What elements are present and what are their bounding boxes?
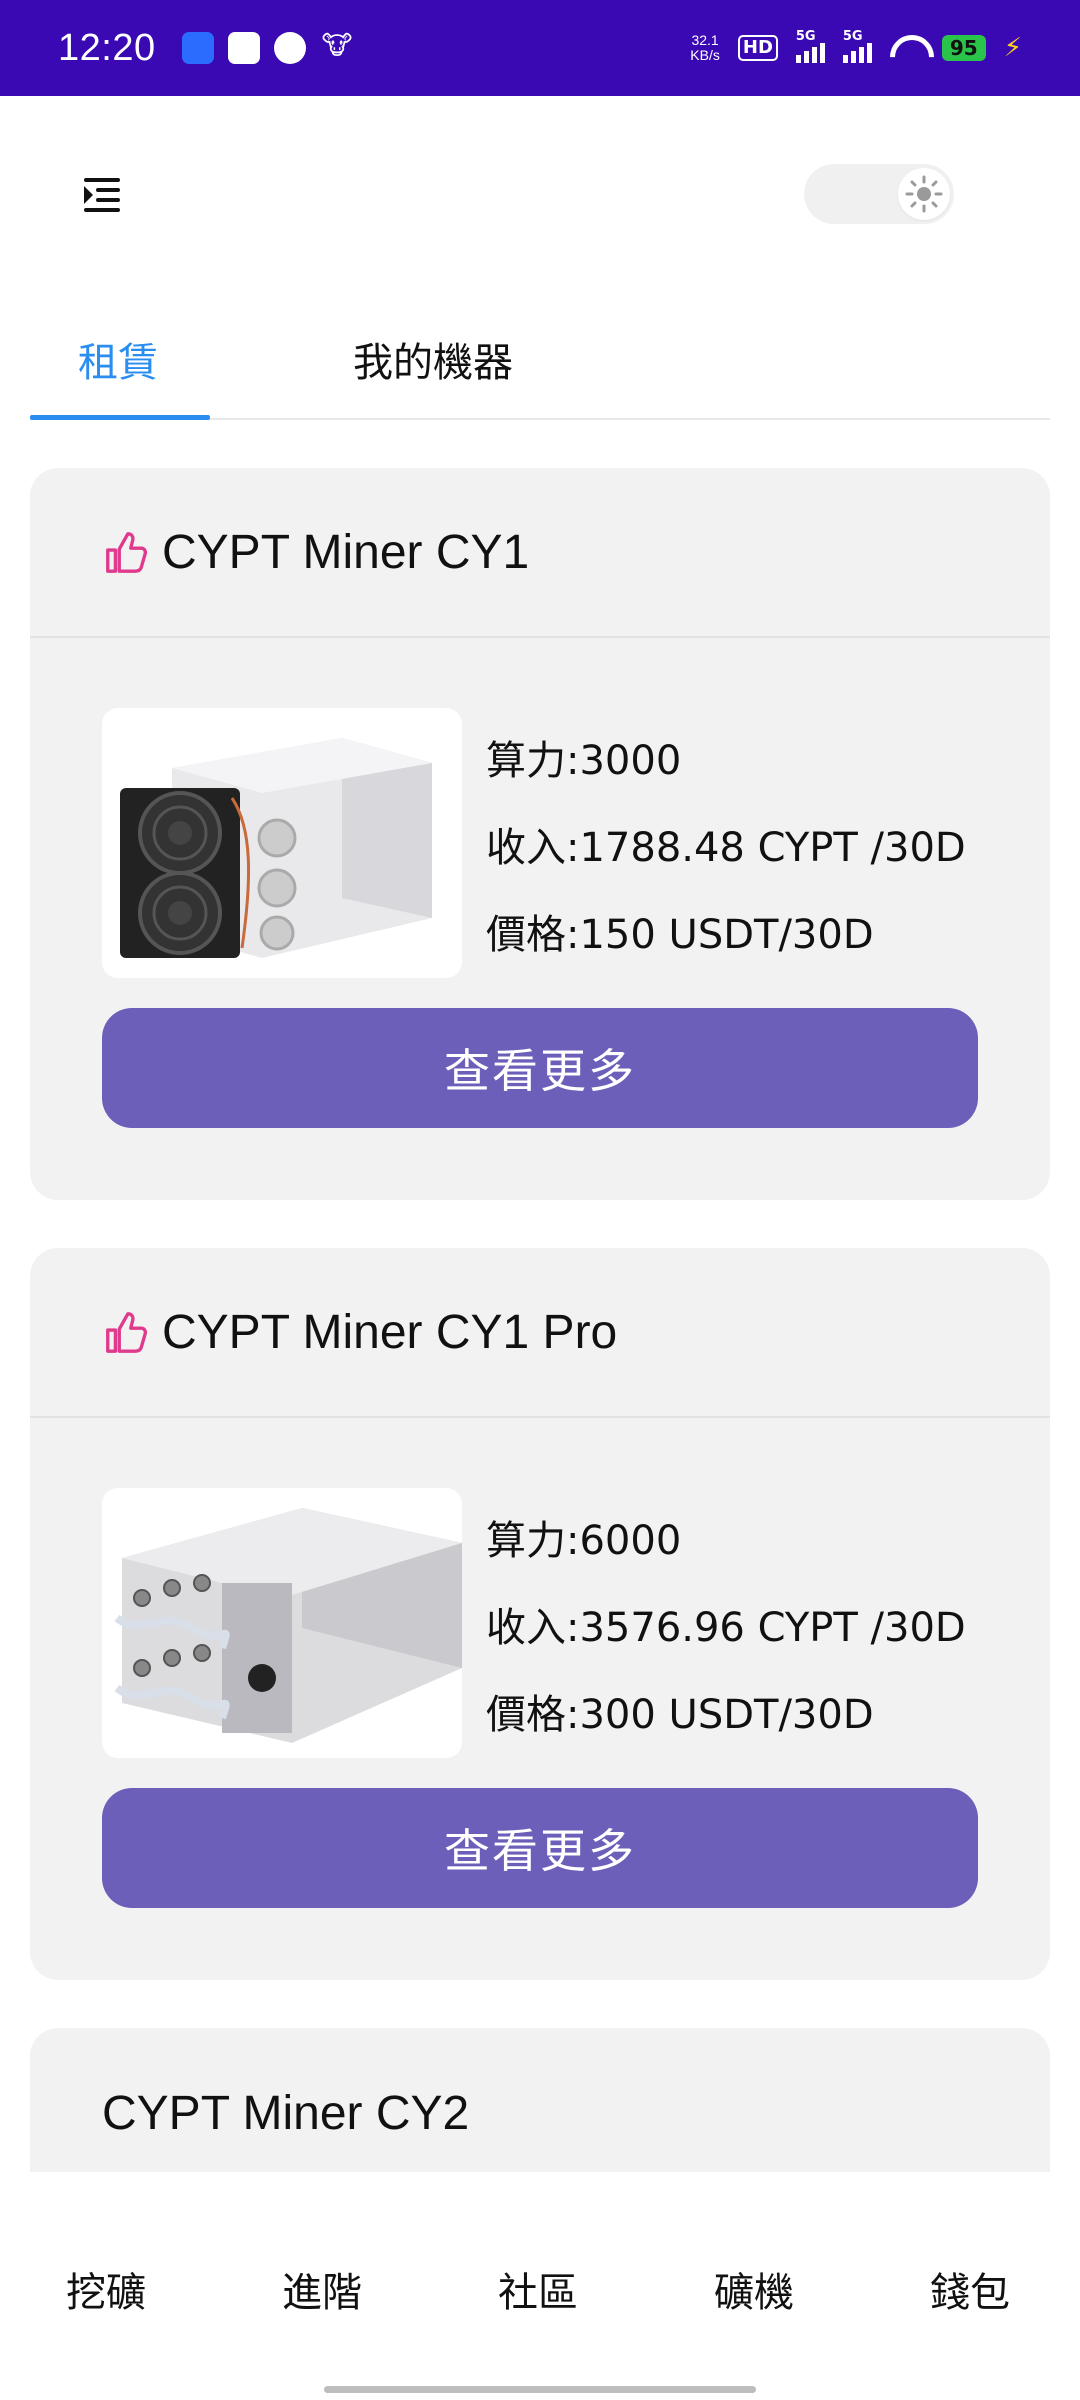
mail-icon <box>227 32 260 64</box>
battery-icon: 95 <box>941 35 986 61</box>
thumbs-up-icon <box>106 1312 148 1353</box>
nav-advanced[interactable]: 進階 <box>282 2260 362 2318</box>
card-title: CYPT Miner CY1 <box>162 525 530 579</box>
notification-icons <box>181 32 352 64</box>
tab-my-machines[interactable]: 我的機器 <box>353 330 513 388</box>
miner-image <box>102 1488 462 1758</box>
view-more-button[interactable]: 查看更多 <box>102 1788 978 1908</box>
price-text: 價格:300 USDT/30D <box>486 1692 874 1738</box>
net-speed-unit: KB/s <box>690 47 720 63</box>
nav-mining[interactable]: 挖礦 <box>66 2260 146 2318</box>
menu-indent-icon[interactable] <box>84 178 124 214</box>
check-icon <box>273 32 306 64</box>
cow-icon <box>320 32 352 64</box>
tab-bar: 租賃 我的機器 <box>30 310 1050 420</box>
hd-icon: HD <box>737 35 778 61</box>
nav-wallet[interactable]: 錢包 <box>930 2260 1010 2318</box>
hashrate-text: 算力:3000 <box>486 738 682 784</box>
app-icon <box>181 32 214 64</box>
home-indicator[interactable] <box>324 2386 756 2393</box>
system-icons: 32.1 KB/s HD 5G 5G 95 ⚡ <box>690 29 1022 63</box>
view-more-button[interactable]: 查看更多 <box>102 1008 978 1128</box>
hashrate-text: 算力:6000 <box>486 1518 682 1564</box>
card-header: CYPT Miner CY1 Pro <box>30 1248 1050 1418</box>
card-title: CYPT Miner CY1 Pro <box>162 1305 618 1359</box>
miner-image <box>102 708 462 978</box>
wifi-icon <box>890 35 924 61</box>
charging-icon: ⚡ <box>1003 33 1022 63</box>
sim2-label: 5G <box>842 29 863 44</box>
signal-icon-2: 5G <box>842 29 872 63</box>
status-bar: 12:20 32.1 KB/s HD 5G 5G 95 ⚡ <box>0 0 1080 96</box>
tab-rental[interactable]: 租賃 <box>78 330 158 388</box>
thumbs-up-icon <box>106 532 148 573</box>
signal-icon-1: 5G <box>795 29 825 63</box>
card-title: CYPT Miner CY2 <box>102 2086 470 2140</box>
price-text: 價格:150 USDT/30D <box>486 912 874 958</box>
tab-indicator <box>30 415 210 420</box>
nav-miners[interactable]: 礦機 <box>714 2260 794 2318</box>
net-speed: 32.1 KB/s <box>690 33 720 63</box>
miner-card: CYPT Miner CY1 算力:3000 收入:1788.48 CYPT /… <box>30 468 1050 1200</box>
miner-card: CYPT Miner CY1 Pro 算力:6000 收入:3576.96 CY… <box>30 1248 1050 1980</box>
nav-community[interactable]: 社區 <box>498 2260 578 2318</box>
net-speed-value: 32.1 <box>691 32 719 48</box>
income-text: 收入:3576.96 CYPT /30D <box>486 1605 966 1651</box>
sun-icon <box>898 168 950 220</box>
card-header: CYPT Miner CY1 <box>30 468 1050 638</box>
theme-toggle[interactable] <box>804 164 954 224</box>
card-body: 算力:6000 收入:3576.96 CYPT /30D 價格:300 USDT… <box>30 1418 1050 1978</box>
income-text: 收入:1788.48 CYPT /30D <box>486 825 966 871</box>
card-body: 算力:3000 收入:1788.48 CYPT /30D 價格:150 USDT… <box>30 638 1050 1198</box>
sim1-label: 5G <box>795 29 816 44</box>
status-time: 12:20 <box>58 26 156 69</box>
bottom-nav: 挖礦 進階 社區 礦機 錢包 <box>0 2172 1080 2400</box>
